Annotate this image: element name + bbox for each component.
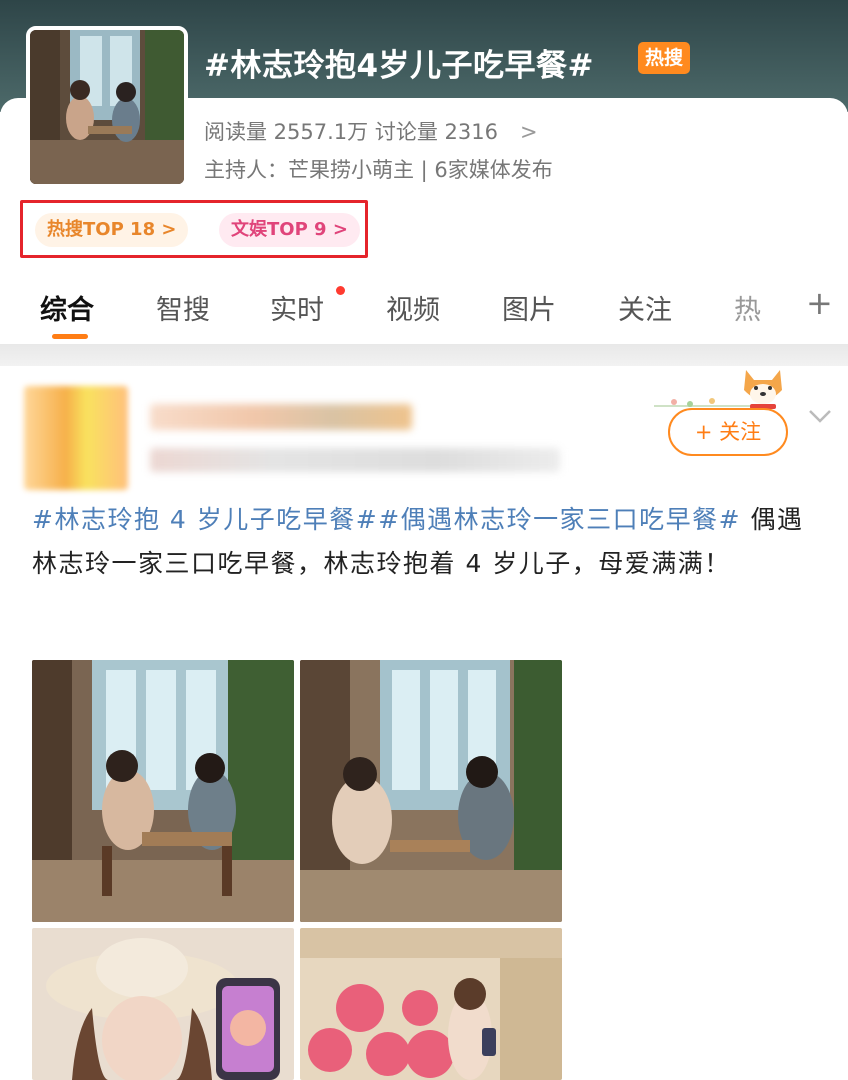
chevron-down-icon[interactable] xyxy=(806,406,834,426)
follow-button[interactable]: + 关注 xyxy=(668,408,788,456)
tab-video[interactable]: 视频 xyxy=(386,288,440,327)
topic-tab-bar: 综合 智搜 实时 视频 图片 关注 热 xyxy=(0,280,848,339)
topic-stats[interactable]: 阅读量 2557.1万 讨论量 2316 > xyxy=(204,116,538,146)
post-body: #林志玲抱 4 岁儿子吃早餐##偶遇林志玲一家三口吃早餐# 偶遇林志玲一家三口吃… xyxy=(32,498,822,586)
tab-pictures[interactable]: 图片 xyxy=(502,288,556,327)
post-photo[interactable] xyxy=(300,660,562,922)
entertainment-rank-pill[interactable]: 文娱TOP 9 > xyxy=(219,213,360,247)
topic-title: #林志玲抱4岁儿子吃早餐# xyxy=(204,48,595,84)
read-discuss-counts: 阅读量 2557.1万 讨论量 2316 xyxy=(204,120,498,144)
hot-search-badge: 热搜 xyxy=(638,42,691,74)
post-photo-image xyxy=(32,928,294,1080)
tab-realtime[interactable]: 实时 xyxy=(270,288,324,327)
active-tab-indicator xyxy=(52,334,88,339)
tab-following[interactable]: 关注 xyxy=(618,288,672,327)
tab-comprehensive[interactable]: 综合 xyxy=(40,288,94,327)
blurred-post-meta xyxy=(150,448,560,472)
ranking-highlight-box: 热搜TOP 18 > 文娱TOP 9 > xyxy=(20,200,368,258)
tab-smart-search[interactable]: 智搜 xyxy=(156,288,210,327)
post-photo-image xyxy=(300,928,562,1080)
hot-search-rank-pill[interactable]: 热搜TOP 18 > xyxy=(35,213,189,247)
hashtag-link[interactable]: #偶遇林志玲一家三口吃早餐# xyxy=(378,505,741,534)
avatar[interactable] xyxy=(24,386,128,490)
tab-hot[interactable]: 热 xyxy=(734,288,761,327)
blurred-username xyxy=(150,404,412,430)
topic-host-info: 主持人：芒果捞小萌主 | 6家媒体发布 xyxy=(204,158,553,182)
post-photo[interactable] xyxy=(32,660,294,922)
post-photo-image xyxy=(300,660,562,922)
add-tab-icon[interactable]: + xyxy=(806,284,833,322)
post-photo[interactable] xyxy=(300,928,562,1080)
chevron-right-icon: > xyxy=(519,120,538,144)
hashtag-link[interactable]: #林志玲抱 4 岁儿子吃早餐# xyxy=(32,505,378,534)
shiba-mascot-icon xyxy=(744,370,782,409)
topic-thumbnail[interactable] xyxy=(26,26,188,188)
post-photo-image xyxy=(32,660,294,922)
new-content-dot xyxy=(336,286,345,295)
topic-thumbnail-image xyxy=(30,30,184,184)
section-divider xyxy=(0,344,848,366)
post-photo[interactable] xyxy=(32,928,294,1080)
